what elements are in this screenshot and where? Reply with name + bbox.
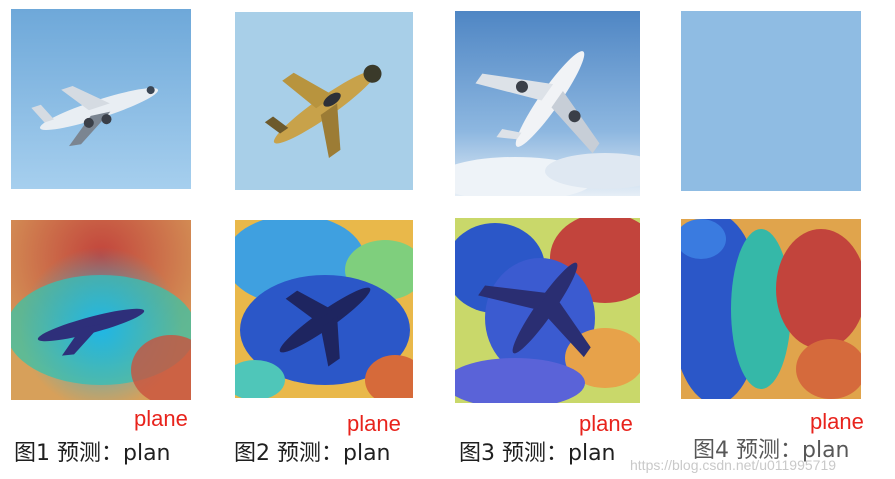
figure-3-annotation: plane [579,411,633,436]
attention-heatmap-3 [455,218,640,403]
airplane-photo-1 [11,9,191,189]
figure-4-original-image [681,11,861,191]
watermark-text: https://blog.csdn.net/u011995719 [630,457,837,473]
figure-1-original-image [11,9,191,189]
attention-heatmap-1 [11,220,191,400]
figure-2-caption: 图2 预测：plan [234,441,391,466]
figure-1-annotation: plane [134,406,188,431]
airplane-photo-3 [455,11,640,196]
airplane-photo-2 [235,12,413,190]
attention-heatmap-2 [235,220,413,398]
figure-grid: 图1 预测：plan 图2 预测：plan 图3 预测：plan 图4 预测：p… [0,0,895,479]
figure-4-heatmap [681,219,861,399]
figure-3-caption: 图3 预测：plan [459,441,616,466]
figure-4-annotation: plane [810,409,864,434]
blank-sky-photo-4 [681,11,861,191]
figure-3-original-image [455,11,640,196]
figure-1-heatmap [11,220,191,400]
figure-2-annotation: plane [347,411,401,436]
attention-heatmap-4 [681,219,861,399]
figure-3-heatmap [455,218,640,403]
figure-1-caption: 图1 预测：plan [14,441,171,466]
figure-2-heatmap [235,220,413,398]
figure-2-original-image [235,12,413,190]
